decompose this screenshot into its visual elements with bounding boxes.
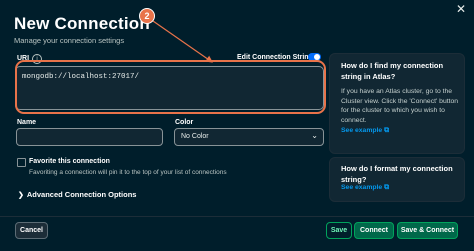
new-connection-dialog: New Connection Manage your connection se…	[0, 0, 474, 251]
annotation-step-badge: 2	[139, 8, 155, 24]
annotation-arrow	[152, 20, 213, 63]
